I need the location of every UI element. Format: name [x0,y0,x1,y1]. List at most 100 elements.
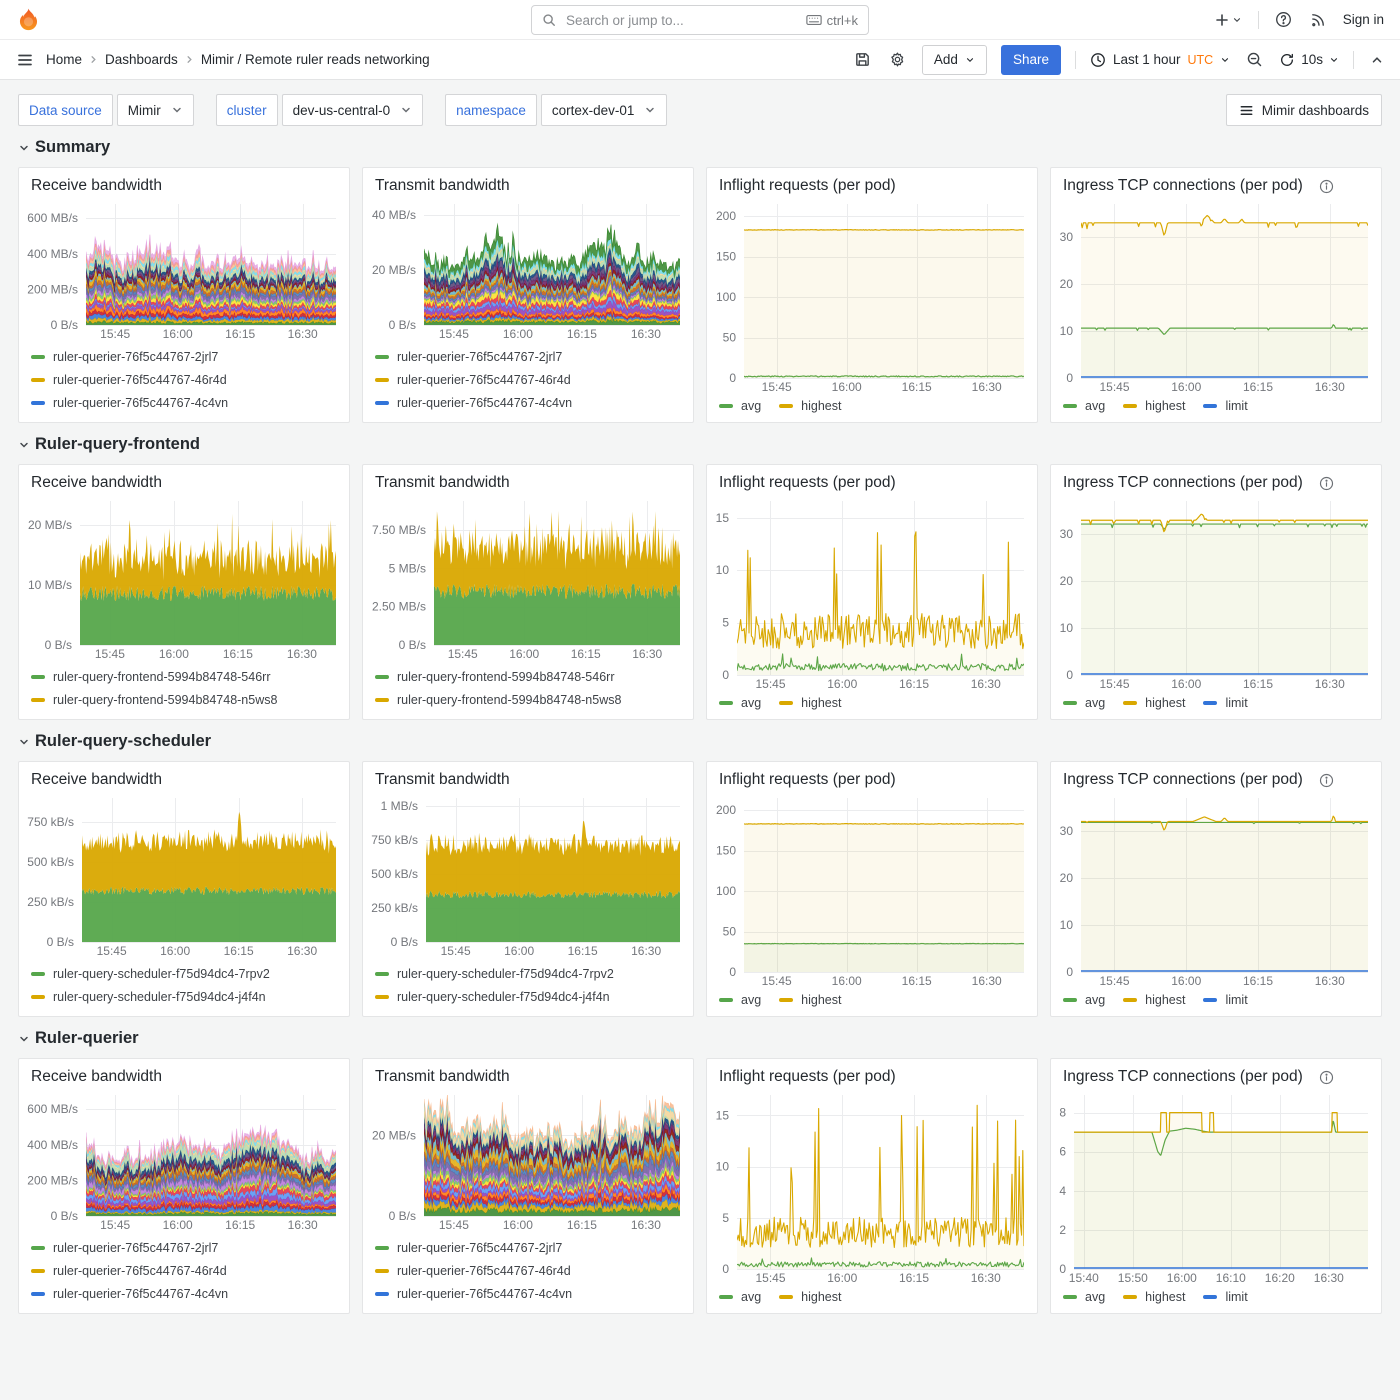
panel-title[interactable]: Ingress TCP connections (per pod) [1063,474,1303,492]
legend-item[interactable]: ruler-querier-76f5c44767-46r4d [375,1259,681,1282]
legend-item[interactable]: avg [719,1290,761,1304]
new-button[interactable] [1212,10,1244,30]
refresh-picker[interactable]: 10s [1279,52,1339,68]
legend-item[interactable]: ruler-query-scheduler-f75d94dc4-7rpv2 [31,962,337,985]
info-icon[interactable] [1319,476,1334,491]
chart-canvas[interactable] [1057,198,1373,396]
mimir-dashboards-button[interactable]: Mimir dashboards [1225,94,1382,126]
legend-item[interactable]: ruler-querier-76f5c44767-2jrl7 [31,345,337,368]
legend-item[interactable]: ruler-query-frontend-5994b84748-n5ws8 [31,688,337,711]
legend-item[interactable]: ruler-querier-76f5c44767-46r4d [31,368,337,391]
info-icon[interactable] [1319,773,1334,788]
legend-item[interactable]: avg [1063,993,1105,1007]
collapse-toolbar-icon[interactable] [1368,51,1386,69]
legend-item[interactable]: avg [1063,696,1105,710]
filter-value-namespace[interactable]: cortex-dev-01 [540,94,668,126]
legend-item[interactable]: ruler-querier-76f5c44767-2jrl7 [31,1236,337,1259]
panel-title[interactable]: Transmit bandwidth [375,771,510,789]
panel-title[interactable]: Transmit bandwidth [375,177,510,195]
chart-canvas[interactable] [713,198,1029,396]
legend-item[interactable]: highest [779,696,841,710]
legend-item[interactable]: ruler-query-scheduler-f75d94dc4-j4f4n [31,985,337,1008]
save-dashboard-icon[interactable] [852,49,873,70]
row-header-summary[interactable]: Summary [18,138,1382,157]
legend-item[interactable]: limit [1203,399,1248,413]
grafana-logo[interactable] [16,7,41,32]
menu-icon[interactable] [14,49,36,71]
panel-title[interactable]: Receive bandwidth [31,771,162,789]
chart-canvas[interactable] [25,1089,341,1234]
row-header-ruler-query-scheduler[interactable]: Ruler-query-scheduler [18,732,1382,751]
chart-canvas[interactable] [1057,1089,1373,1287]
legend-item[interactable]: ruler-query-scheduler-f75d94dc4-7rpv2 [375,962,681,985]
filter-value-cluster[interactable]: dev-us-central-0 [281,94,424,126]
search-box[interactable]: ctrl+k [531,5,869,35]
panel-title[interactable]: Ingress TCP connections (per pod) [1063,771,1303,789]
legend-item[interactable]: avg [1063,1290,1105,1304]
legend-item[interactable]: limit [1203,993,1248,1007]
help-icon[interactable] [1273,9,1294,30]
breadcrumb-item-dashboards[interactable]: Dashboards [105,52,178,67]
filter-value-data-source[interactable]: Mimir [116,94,194,126]
breadcrumb-item-mimir-remote-ruler-reads-networking[interactable]: Mimir / Remote ruler reads networking [201,52,430,67]
legend-item[interactable]: highest [779,399,841,413]
legend-item[interactable]: ruler-query-frontend-5994b84748-546rr [375,665,681,688]
legend-item[interactable]: highest [1123,993,1185,1007]
chart-canvas[interactable] [369,495,685,663]
add-button[interactable]: Add [921,44,987,75]
legend-item[interactable]: highest [1123,696,1185,710]
legend-item[interactable]: avg [719,696,761,710]
time-range-picker[interactable]: Last 1 hour UTC [1090,52,1230,68]
legend-item[interactable]: limit [1203,696,1248,710]
chart-canvas[interactable] [369,1089,685,1234]
info-icon[interactable] [1319,1070,1334,1085]
info-icon[interactable] [1319,179,1334,194]
panel-title[interactable]: Receive bandwidth [31,1068,162,1086]
panel-title[interactable]: Receive bandwidth [31,474,162,492]
legend-item[interactable]: limit [1203,1290,1248,1304]
chart-canvas[interactable] [713,1089,1029,1287]
chart-canvas[interactable] [369,792,685,960]
panel-title[interactable]: Inflight requests (per pod) [719,474,896,492]
legend-item[interactable]: highest [779,993,841,1007]
sign-in-link[interactable]: Sign in [1343,12,1384,27]
chart-canvas[interactable] [713,495,1029,693]
legend-item[interactable]: ruler-query-frontend-5994b84748-n5ws8 [375,688,681,711]
share-button[interactable]: Share [1000,44,1061,75]
legend-item[interactable]: ruler-querier-76f5c44767-4c4vn [31,1282,337,1305]
row-header-ruler-querier[interactable]: Ruler-querier [18,1029,1382,1048]
panel-title[interactable]: Inflight requests (per pod) [719,177,896,195]
panel-title[interactable]: Transmit bandwidth [375,1068,510,1086]
panel-title[interactable]: Receive bandwidth [31,177,162,195]
panel-title[interactable]: Transmit bandwidth [375,474,510,492]
chart-canvas[interactable] [25,792,341,960]
legend-item[interactable]: avg [719,399,761,413]
zoom-out-icon[interactable] [1244,49,1265,70]
legend-item[interactable]: ruler-querier-76f5c44767-4c4vn [31,391,337,414]
news-icon[interactable] [1308,9,1329,30]
legend-item[interactable]: highest [779,1290,841,1304]
legend-item[interactable]: ruler-querier-76f5c44767-2jrl7 [375,1236,681,1259]
chart-canvas[interactable] [25,495,341,663]
legend-item[interactable]: ruler-query-frontend-5994b84748-546rr [31,665,337,688]
panel-title[interactable]: Inflight requests (per pod) [719,771,896,789]
settings-gear-icon[interactable] [887,49,908,70]
chart-canvas[interactable] [25,198,341,343]
legend-item[interactable]: ruler-querier-76f5c44767-46r4d [375,368,681,391]
legend-item[interactable]: ruler-querier-76f5c44767-4c4vn [375,1282,681,1305]
legend-item[interactable]: avg [719,993,761,1007]
legend-item[interactable]: highest [1123,399,1185,413]
chart-canvas[interactable] [1057,792,1373,990]
legend-item[interactable]: avg [1063,399,1105,413]
legend-item[interactable]: ruler-querier-76f5c44767-46r4d [31,1259,337,1282]
legend-item[interactable]: ruler-querier-76f5c44767-4c4vn [375,391,681,414]
panel-title[interactable]: Ingress TCP connections (per pod) [1063,177,1303,195]
panel-title[interactable]: Inflight requests (per pod) [719,1068,896,1086]
panel-title[interactable]: Ingress TCP connections (per pod) [1063,1068,1303,1086]
row-header-ruler-query-frontend[interactable]: Ruler-query-frontend [18,435,1382,454]
legend-item[interactable]: highest [1123,1290,1185,1304]
chart-canvas[interactable] [369,198,685,343]
chart-canvas[interactable] [1057,495,1373,693]
legend-item[interactable]: ruler-querier-76f5c44767-2jrl7 [375,345,681,368]
search-input[interactable] [564,11,798,29]
